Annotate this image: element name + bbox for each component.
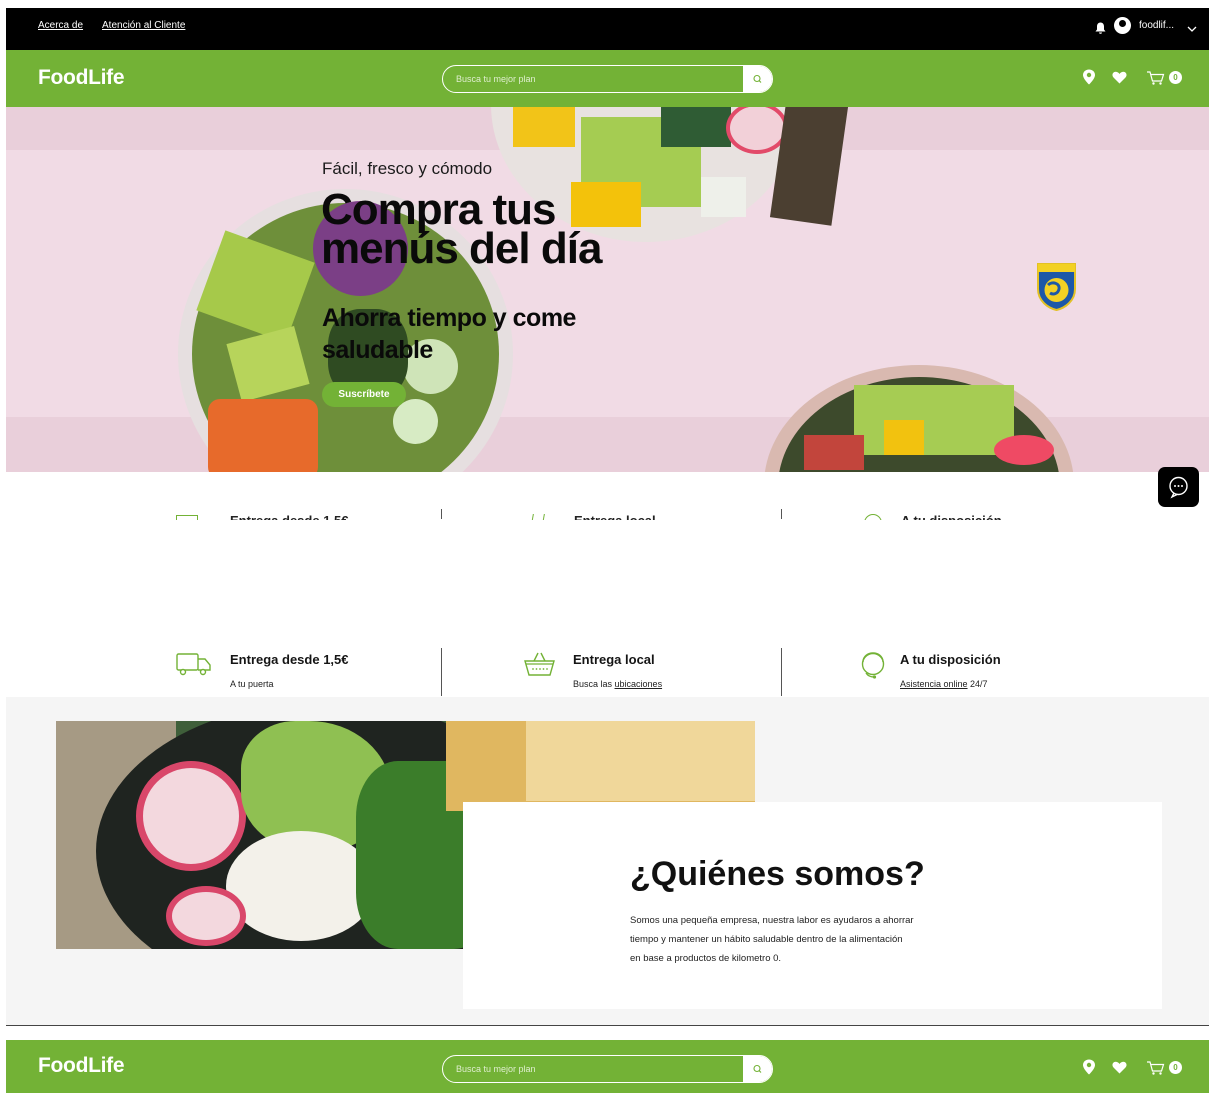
feature-desc: A tu puerta [230,679,274,689]
feature-delivery: Entrega desde 1,5€ A tu puerta [176,648,426,696]
section-divider [6,1025,1209,1026]
cart-count-badge[interactable]: 0 [1169,71,1182,84]
ghost-divider-2 [781,509,782,519]
search-input[interactable] [443,66,743,92]
search-box [442,65,773,93]
user-avatar-icon[interactable] [1114,17,1131,34]
hero-subtitle: Ahorra tiempo y come saludable [322,304,576,364]
about-title: ¿Quiénes somos? [630,855,925,893]
hero-title: Compra tus menús del día [321,185,602,273]
header-icons: 0 [1082,69,1182,89]
chat-icon [1169,476,1188,499]
heart-icon[interactable] [1112,71,1127,84]
hero-banner [6,107,1209,472]
feature-title: A tu disposición [900,652,1001,667]
truck-icon [176,653,211,676]
feature-desc: Asistencia online 24/7 [900,679,988,689]
location-pin-icon[interactable] [1082,1059,1096,1075]
feature-ghost-3: A tu disposición [901,513,1002,520]
feature-local: Entrega local Busca las ubicaciones [524,648,774,696]
we-stand-badge [1036,263,1077,312]
sticky-header: FoodLife 0 [6,1040,1209,1093]
bell-icon[interactable] [1095,21,1106,39]
headset-icon-ghost [864,514,882,520]
feature-ghost-1: Entrega desde 1,5€ [230,513,349,520]
cart-icon[interactable] [1146,1060,1168,1076]
feature-title: Entrega desde 1,5€ [230,652,349,667]
search-input[interactable] [443,1056,743,1082]
link-about[interactable]: Acerca de [38,20,83,31]
subscribe-button[interactable]: Suscríbete [322,382,406,407]
ghost-divider-1 [441,509,442,519]
cart-count-badge[interactable]: 0 [1169,1061,1182,1074]
header-icons: 0 [1082,1059,1182,1079]
about-text: Somos una pequeña empresa, nuestra labor… [630,915,914,964]
hero-tagline: Fácil, fresco y cómodo [322,159,493,178]
site-logo[interactable]: FoodLife [38,1054,125,1078]
search-icon [753,1064,762,1073]
location-pin-icon[interactable] [1082,69,1096,85]
feature-title: Entrega local [573,652,655,667]
feature-desc: Busca las ubicaciones [573,679,663,689]
feature-support: A tu disposición Asistencia online 24/7 [860,648,1110,696]
site-logo[interactable]: FoodLife [38,66,125,90]
chevron-down-icon[interactable] [1187,20,1197,38]
site-header: FoodLife 0 [6,50,1209,107]
feature-divider-2 [781,648,782,696]
feature-ghost-2: Entrega local [574,513,656,520]
search-box [442,1055,773,1083]
cart-icon[interactable] [1146,70,1168,86]
user-name[interactable]: foodlif... [1139,20,1174,31]
search-button[interactable] [743,1056,772,1082]
locations-link[interactable]: ubicaciones [615,679,663,689]
link-customer-service[interactable]: Atención al Cliente [102,20,185,31]
basket-icon-ghost [531,514,545,520]
poke-bowl-right-image [764,365,1074,472]
search-button[interactable] [743,66,772,92]
truck-icon-ghost [176,515,198,520]
top-bar: Acerca de Atención al Cliente foodlif... [6,8,1209,50]
search-icon [753,74,762,83]
about-card [463,802,1162,1009]
online-support-link[interactable]: Asistencia online [900,679,968,689]
feature-divider-1 [441,648,442,696]
features-strip-scroll-ghost: Entrega desde 1,5€ Entrega local A tu di… [6,506,1209,520]
basket-icon [524,652,555,676]
chat-button[interactable] [1158,467,1199,507]
heart-icon[interactable] [1112,1061,1127,1074]
headset-icon [861,652,885,679]
